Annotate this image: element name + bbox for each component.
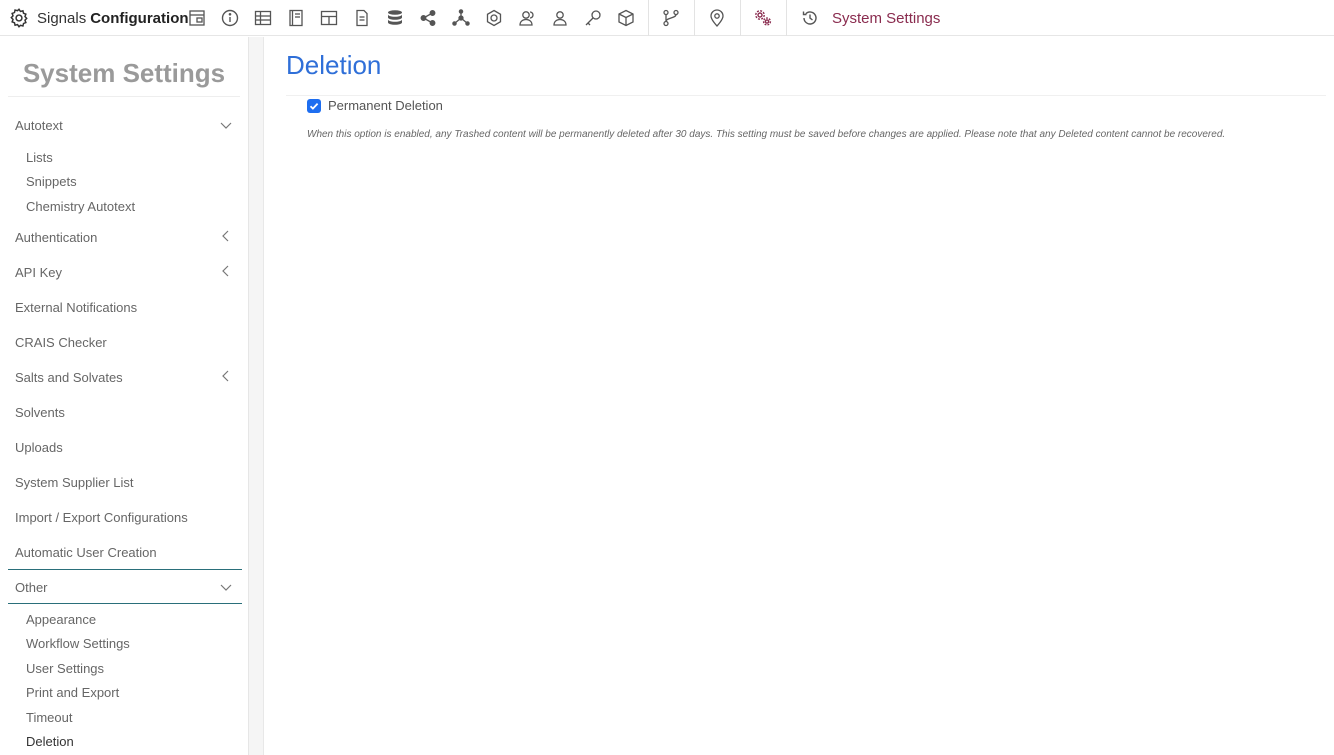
sidebar-item-uploads[interactable]: Uploads bbox=[15, 440, 63, 455]
sidebar-subitem-print-and-export[interactable]: Print and Export bbox=[26, 685, 119, 700]
network-icon[interactable] bbox=[450, 7, 472, 29]
table-icon[interactable] bbox=[252, 7, 274, 29]
page-title: Deletion bbox=[286, 50, 382, 80]
dashboard-icon[interactable] bbox=[186, 7, 208, 29]
database-icon[interactable] bbox=[384, 7, 406, 29]
checkmark-icon bbox=[309, 102, 319, 110]
sidebar-gutter bbox=[249, 37, 264, 755]
active-section-bottom-border bbox=[8, 603, 242, 604]
chevron-left-icon[interactable] bbox=[218, 263, 234, 279]
sidebar-subitem-chemistry-autotext[interactable]: Chemistry Autotext bbox=[26, 199, 135, 214]
toolbar-divider bbox=[648, 0, 649, 36]
sidebar-item-api-key[interactable]: API Key bbox=[15, 265, 62, 280]
sidebar-item-crais-checker[interactable]: CRAIS Checker bbox=[15, 335, 107, 350]
permanent-deletion-label[interactable]: Permanent Deletion bbox=[328, 98, 443, 113]
key-icon[interactable] bbox=[582, 7, 604, 29]
sidebar-item-automatic-user-creation[interactable]: Automatic User Creation bbox=[15, 545, 157, 560]
sidebar-subitem-lists[interactable]: Lists bbox=[26, 150, 53, 165]
notebook-icon[interactable] bbox=[285, 7, 307, 29]
molecule-icon[interactable] bbox=[483, 7, 505, 29]
brand-bold-text: Configuration bbox=[90, 9, 189, 27]
chevron-down-icon[interactable] bbox=[218, 117, 234, 133]
sidebar-subitem-timeout[interactable]: Timeout bbox=[26, 710, 72, 725]
section-title: System Settings bbox=[832, 10, 941, 27]
active-section-top-border bbox=[8, 569, 242, 570]
title-divider bbox=[286, 95, 1326, 96]
permanent-deletion-checkbox[interactable] bbox=[307, 99, 321, 113]
settings-gears-icon[interactable] bbox=[752, 7, 774, 29]
info-icon[interactable] bbox=[219, 7, 241, 29]
permanent-deletion-hint: When this option is enabled, any Trashed… bbox=[307, 129, 1226, 140]
document-icon[interactable] bbox=[351, 7, 373, 29]
user-icon[interactable] bbox=[549, 7, 571, 29]
history-icon[interactable] bbox=[799, 7, 821, 29]
location-icon[interactable] bbox=[706, 7, 728, 29]
grid-icon[interactable] bbox=[318, 7, 340, 29]
sidebar-title: System Settings bbox=[8, 37, 240, 97]
sidebar-item-import-export[interactable]: Import / Export Configurations bbox=[15, 510, 188, 525]
sidebar-subitem-user-settings[interactable]: User Settings bbox=[26, 661, 104, 676]
sidebar-subitem-appearance[interactable]: Appearance bbox=[26, 612, 96, 627]
brand[interactable]: Signals Configuration bbox=[8, 0, 189, 36]
toolbar-divider bbox=[694, 0, 695, 36]
share-icon[interactable] bbox=[417, 7, 439, 29]
sidebar-subitem-snippets[interactable]: Snippets bbox=[26, 174, 77, 189]
sidebar-subitem-deletion[interactable]: Deletion bbox=[26, 734, 74, 749]
sidebar-item-solvents[interactable]: Solvents bbox=[15, 405, 65, 420]
chevron-down-icon[interactable] bbox=[218, 579, 234, 595]
sidebar-item-system-supplier-list[interactable]: System Supplier List bbox=[15, 475, 134, 490]
sidebar: System Settings Autotext Lists Snippets … bbox=[0, 37, 249, 755]
toolbar-divider bbox=[786, 0, 787, 36]
sidebar-item-external-notifications[interactable]: External Notifications bbox=[15, 300, 137, 315]
sidebar-subitem-workflow-settings[interactable]: Workflow Settings bbox=[26, 636, 130, 651]
chevron-left-icon[interactable] bbox=[218, 228, 234, 244]
sidebar-item-salts-and-solvates[interactable]: Salts and Solvates bbox=[15, 370, 123, 385]
chevron-left-icon[interactable] bbox=[218, 368, 234, 384]
workflow-icon[interactable] bbox=[660, 7, 682, 29]
top-navbar: Signals Configuration System Settings bbox=[0, 0, 1334, 36]
sidebar-item-autotext[interactable]: Autotext bbox=[15, 118, 63, 133]
brand-light-text: Signals bbox=[37, 9, 87, 27]
gear-icon bbox=[10, 8, 28, 28]
cube-icon[interactable] bbox=[615, 7, 637, 29]
sidebar-item-authentication[interactable]: Authentication bbox=[15, 230, 97, 245]
users-icon[interactable] bbox=[516, 7, 538, 29]
sidebar-item-other[interactable]: Other bbox=[15, 580, 48, 595]
toolbar-divider bbox=[740, 0, 741, 36]
